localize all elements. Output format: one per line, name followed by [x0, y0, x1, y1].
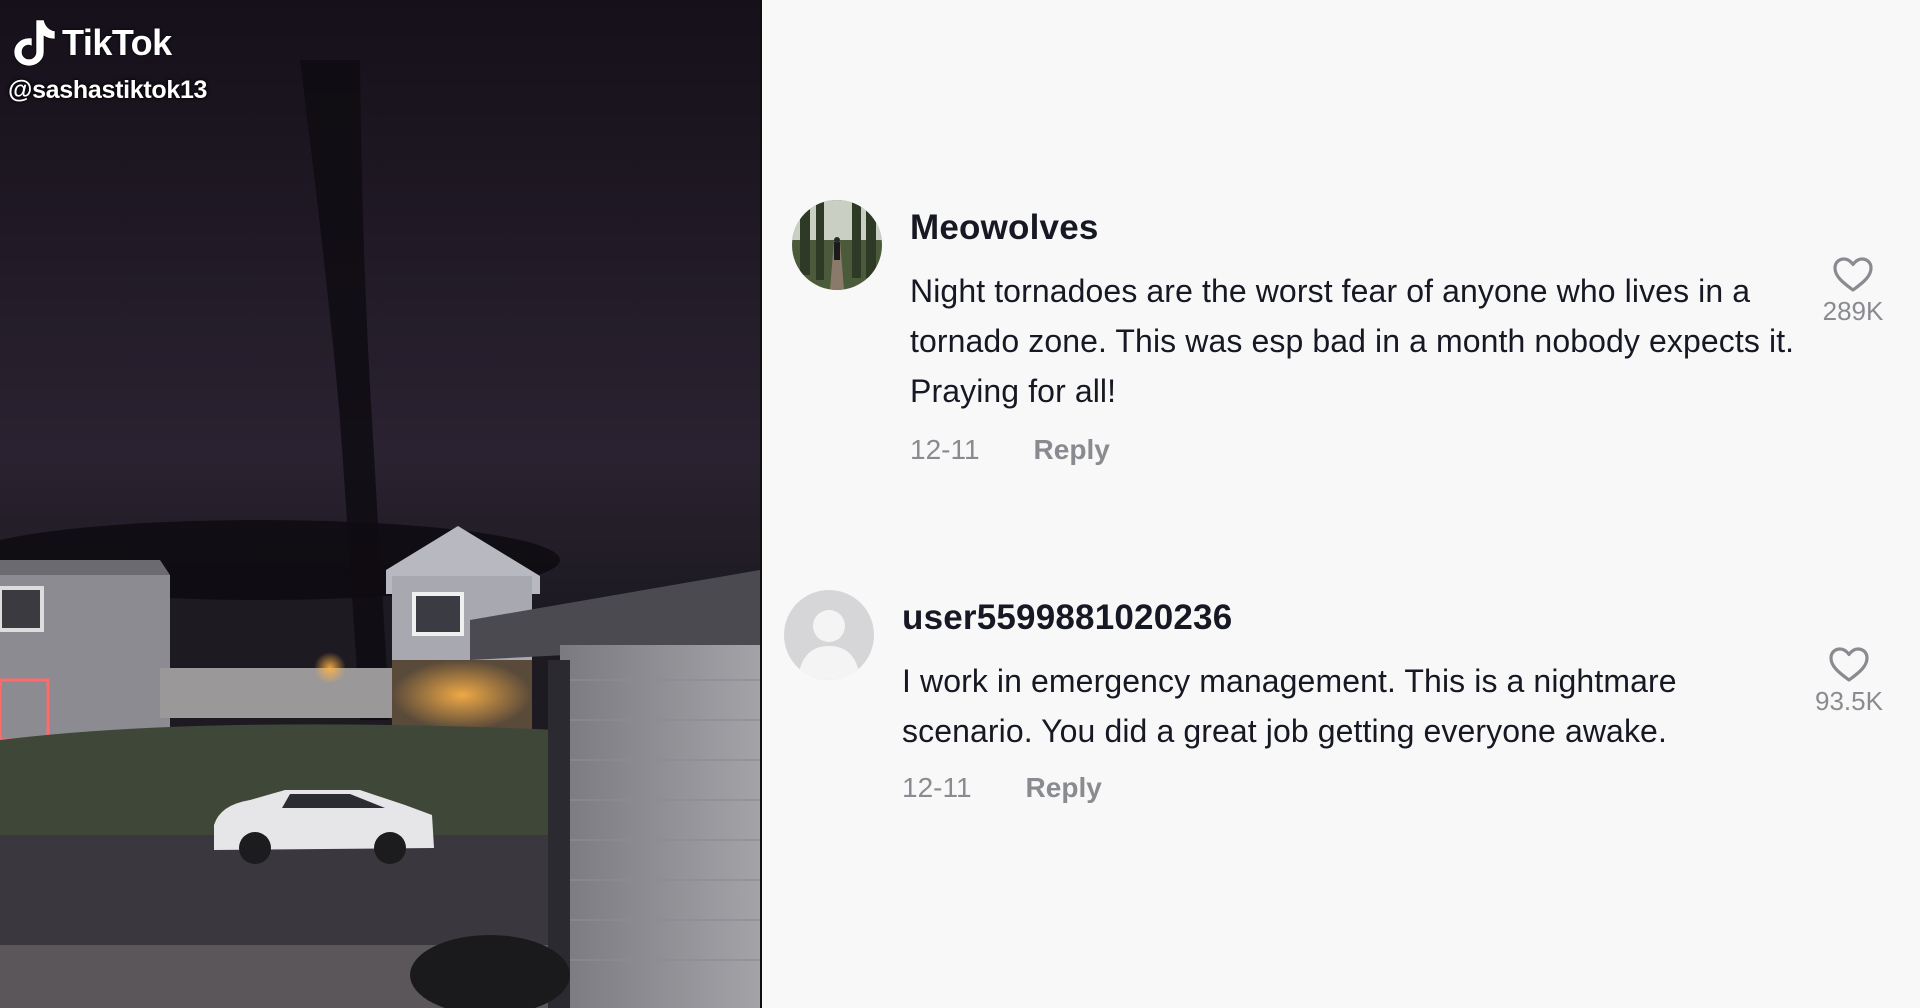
- comment-meta: 12-11 Reply: [902, 772, 1102, 804]
- like-button[interactable]: 289K: [1810, 256, 1896, 327]
- comment-date: 12-11: [910, 434, 980, 465]
- comment-username[interactable]: Meowolves: [910, 208, 1099, 248]
- reply-button[interactable]: Reply: [1026, 772, 1102, 804]
- video-player[interactable]: TikTok @sashastiktok13: [0, 0, 760, 1008]
- tiktok-note-icon: [12, 18, 56, 68]
- video-frame-tornado-night: [0, 0, 760, 1008]
- heart-outline-icon[interactable]: [1832, 256, 1874, 294]
- comment-text: Night tornadoes are the worst fear of an…: [910, 273, 1795, 409]
- default-user-avatar[interactable]: [784, 590, 874, 680]
- reply-button[interactable]: Reply: [1034, 434, 1110, 466]
- like-count: 93.5K: [1815, 686, 1883, 716]
- heart-outline-icon[interactable]: [1828, 646, 1870, 684]
- comment-meta: 12-11 Reply: [910, 434, 1110, 466]
- comment-text: I work in emergency management. This is …: [902, 663, 1677, 749]
- comment-date: 12-11: [902, 772, 972, 803]
- tiktok-wordmark: TikTok: [62, 22, 172, 63]
- comments-panel: Meowolves Night tornadoes are the worst …: [762, 0, 1920, 1008]
- forest-photo-avatar[interactable]: [792, 200, 882, 290]
- like-count: 289K: [1822, 296, 1884, 326]
- creator-handle: @sashastiktok13: [8, 76, 208, 104]
- tiktok-logo: TikTok: [12, 16, 172, 70]
- comment-username[interactable]: user5599881020236: [902, 598, 1232, 638]
- like-button[interactable]: 93.5K: [1806, 646, 1892, 717]
